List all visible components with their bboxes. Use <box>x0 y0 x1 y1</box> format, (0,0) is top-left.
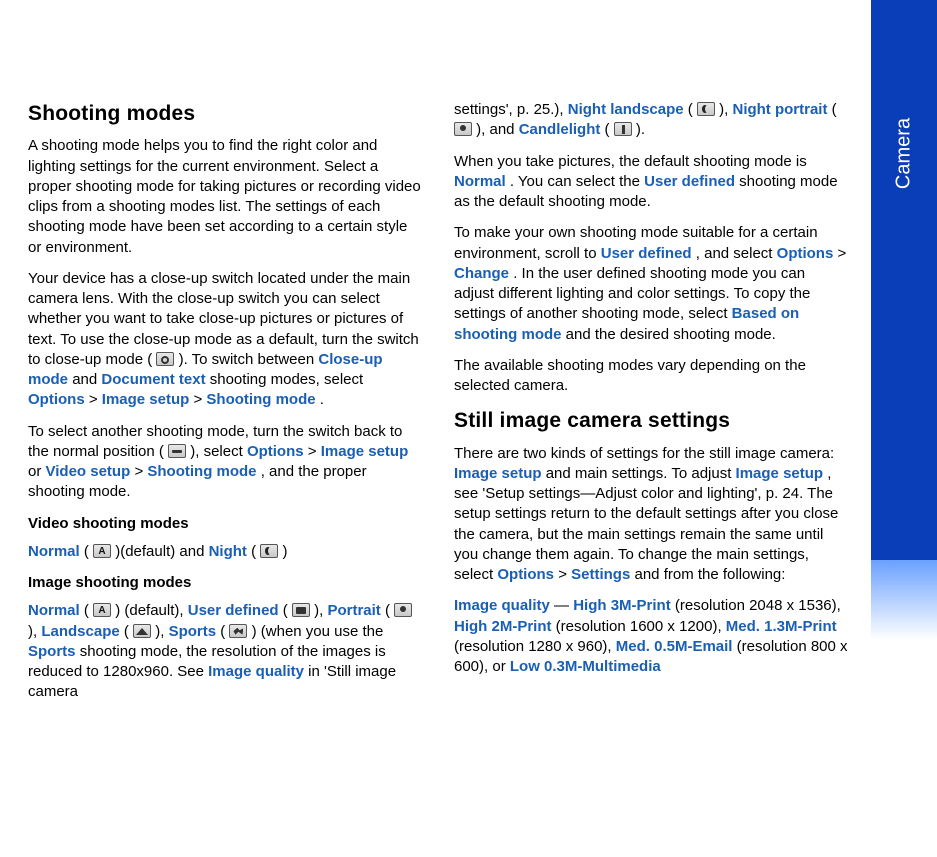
normal-mode-icon <box>93 544 111 558</box>
kw-options: Options <box>777 245 834 262</box>
closeup-icon <box>156 352 174 366</box>
kw-sports: Sports <box>169 623 217 640</box>
subhead-image-modes: Image shooting modes <box>28 573 422 593</box>
column-right: settings', p. 25.), Night landscape ( ),… <box>454 100 848 714</box>
kw-document-text: Document text <box>101 371 205 388</box>
para-settings-intro: There are two kinds of settings for the … <box>454 444 848 586</box>
kw-candlelight: Candlelight <box>519 121 601 138</box>
kw-low-0-3m: Low 0.3M-Multimedia <box>510 658 661 675</box>
kw-shooting-mode: Shooting mode <box>206 391 315 408</box>
para-intro: A shooting mode helps you to find the ri… <box>28 136 422 258</box>
section-label: Camera <box>891 118 918 189</box>
kw-high-2m: High 2M-Print <box>454 618 552 635</box>
para-image-quality: Image quality — High 3M-Print (resolutio… <box>454 596 848 677</box>
kw-video-setup: Video setup <box>46 463 131 480</box>
kw-night-landscape: Night landscape <box>568 101 684 118</box>
night-mode-icon <box>260 544 278 558</box>
kw-image-setup: Image setup <box>102 391 190 408</box>
kw-portrait: Portrait <box>327 602 380 619</box>
para-video-modes: Normal ( )(default) and Night ( ) <box>28 542 422 562</box>
kw-image-setup: Image setup <box>321 443 409 460</box>
kw-image-quality: Image quality <box>454 597 550 614</box>
sports-icon <box>229 624 247 638</box>
para-availability: The available shooting modes vary depend… <box>454 356 848 397</box>
kw-user-defined: User defined <box>601 245 692 262</box>
page-number: 25 <box>893 760 915 787</box>
para-default-mode: When you take pictures, the default shoo… <box>454 152 848 213</box>
candlelight-icon <box>614 122 632 136</box>
kw-user-defined: User defined <box>188 602 279 619</box>
column-left: Shooting modes A shooting mode helps you… <box>28 100 422 714</box>
kw-image-setup: Image setup <box>736 465 824 482</box>
kw-med-0-5m: Med. 0.5M-Email <box>616 638 733 655</box>
night-landscape-icon <box>697 102 715 116</box>
portrait-icon <box>394 603 412 617</box>
page-content: Shooting modes A shooting mode helps you… <box>28 100 848 714</box>
para-select-another: To select another shooting mode, turn th… <box>28 422 422 503</box>
kw-settings: Settings <box>571 566 630 583</box>
normal-position-icon <box>168 444 186 458</box>
normal-mode-icon <box>93 603 111 617</box>
heading-shooting-modes: Shooting modes <box>28 100 422 128</box>
kw-landscape: Landscape <box>41 623 119 640</box>
para-image-modes: Normal ( ) (default), User defined ( ), … <box>28 601 422 702</box>
kw-high-3m: High 3M-Print <box>573 597 671 614</box>
para-closeup-switch: Your device has a close-up switch locate… <box>28 269 422 411</box>
kw-user-defined: User defined <box>644 173 735 190</box>
side-tab: Camera <box>871 0 937 857</box>
landscape-icon <box>133 624 151 638</box>
night-portrait-icon <box>454 122 472 136</box>
kw-med-1-3m: Med. 1.3M-Print <box>726 618 837 635</box>
user-defined-icon <box>292 603 310 617</box>
kw-change: Change <box>454 265 509 282</box>
kw-options: Options <box>497 566 554 583</box>
kw-options: Options <box>28 391 85 408</box>
kw-normal: Normal <box>28 543 80 560</box>
kw-image-quality: Image quality <box>208 663 304 680</box>
kw-options: Options <box>247 443 304 460</box>
kw-normal: Normal <box>454 173 506 190</box>
kw-normal: Normal <box>28 602 80 619</box>
kw-night: Night <box>209 543 247 560</box>
kw-sports: Sports <box>28 643 76 660</box>
kw-night-portrait: Night portrait <box>732 101 827 118</box>
subhead-video-modes: Video shooting modes <box>28 514 422 534</box>
kw-image-setup: Image setup <box>454 465 542 482</box>
para-user-defined: To make your own shooting mode suitable … <box>454 223 848 345</box>
kw-shooting-mode: Shooting mode <box>147 463 256 480</box>
heading-still-image-settings: Still image camera settings <box>454 407 848 435</box>
para-image-modes-continued: settings', p. 25.), Night landscape ( ),… <box>454 100 848 141</box>
